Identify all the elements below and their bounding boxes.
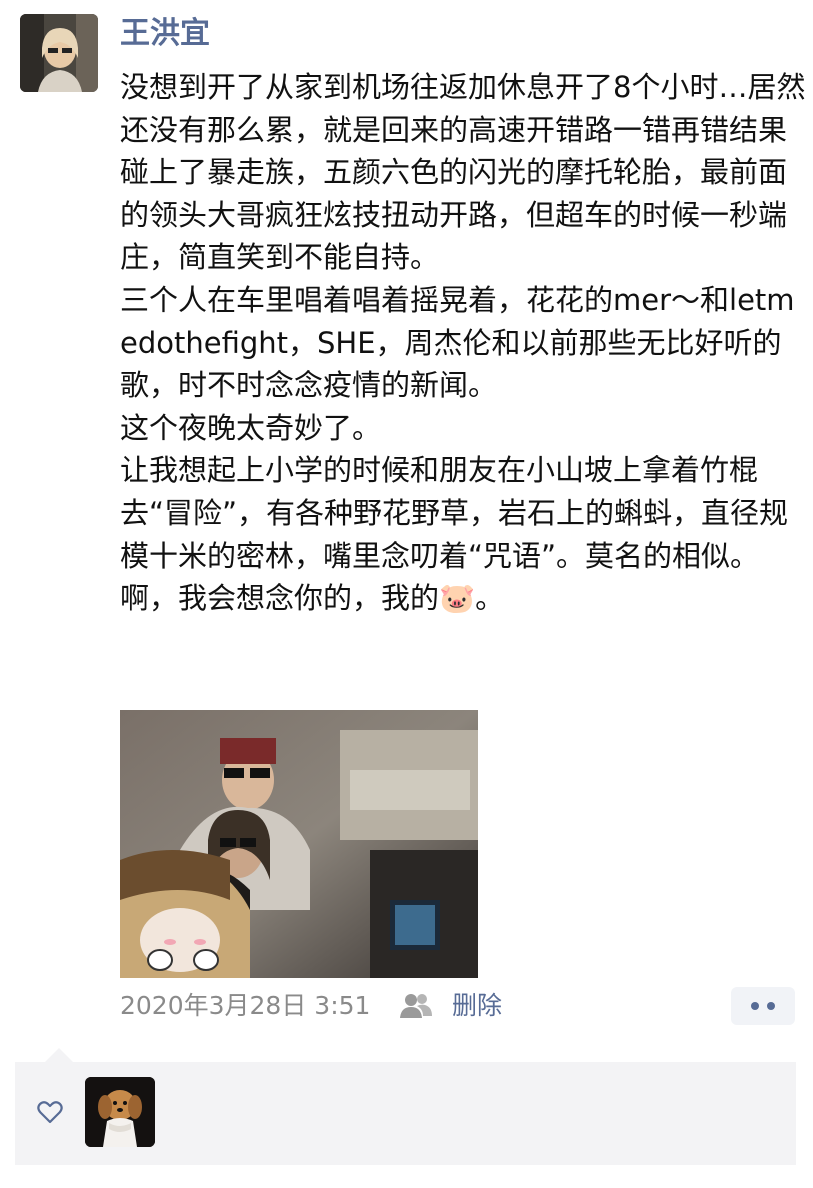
delete-button[interactable]: 删除 — [452, 988, 502, 1024]
heart-outline-icon — [37, 1100, 63, 1124]
liker-avatar[interactable] — [85, 1077, 155, 1147]
more-dots-icon — [751, 1002, 759, 1010]
author-name[interactable]: 王洪宜 — [120, 14, 210, 54]
post-timestamp: 2020年3月28日 3:51 — [120, 991, 371, 1020]
author-avatar[interactable] — [20, 14, 98, 92]
more-actions-button[interactable] — [731, 987, 795, 1025]
post-text: 没想到开了从家到机场往返加休息开了8个小时…居然还没有那么累，就是回来的高速开错… — [120, 70, 806, 616]
more-dot — [767, 1002, 775, 1010]
likes-section — [15, 1048, 796, 1165]
people-icon — [400, 992, 432, 1018]
post-photo[interactable] — [120, 710, 478, 978]
